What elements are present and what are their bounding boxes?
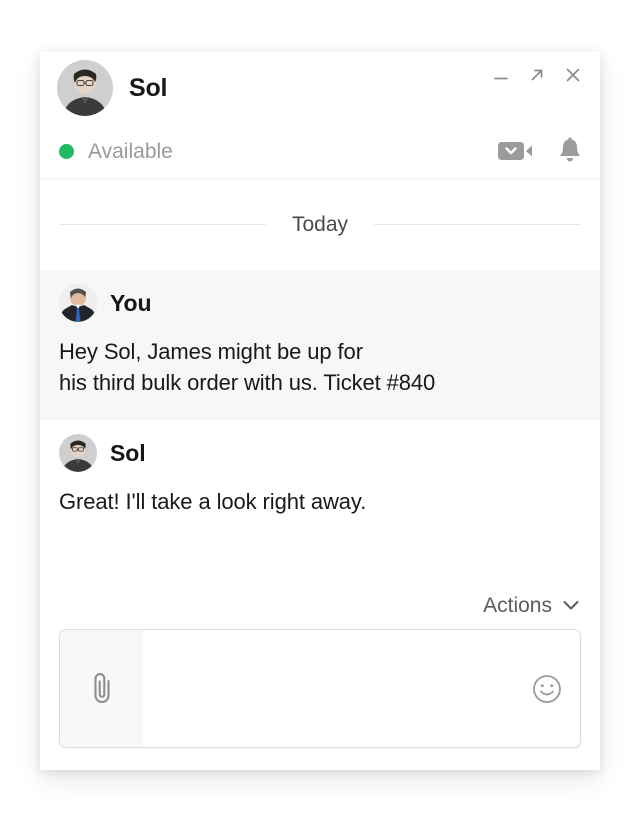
message-text: Hey Sol, James might be up for his third… — [59, 339, 436, 396]
window-controls — [490, 52, 584, 86]
divider-rule-right — [374, 223, 582, 225]
screen: Sol Available Today You Hey Sol, James m… — [0, 0, 640, 817]
status-dot — [59, 143, 74, 159]
expand-icon[interactable] — [526, 64, 548, 86]
conversation-panel: Today You Hey Sol, James might be up for… — [40, 178, 600, 581]
composer-area: Actions — [40, 581, 600, 770]
paperclip-icon — [87, 667, 117, 711]
emoji-picker-button[interactable] — [514, 630, 580, 747]
chat-window: Sol Available Today You Hey Sol, James m… — [40, 52, 600, 770]
status-label: Available — [88, 139, 173, 163]
minimize-icon[interactable] — [490, 64, 512, 86]
attach-file-button[interactable] — [60, 630, 143, 747]
video-camera-dropdown-icon[interactable] — [497, 138, 537, 164]
chat-header: Sol Available — [40, 52, 600, 178]
chat-header-actions — [497, 137, 583, 165]
message-text: Great! I'll take a look right away. — [59, 489, 367, 515]
chevron-down-icon — [561, 598, 581, 612]
message-item: Sol Great! I'll take a look right away. — [40, 420, 600, 540]
actions-row: Actions — [59, 581, 581, 629]
message-header: You — [59, 284, 581, 322]
message-avatar — [59, 434, 97, 473]
message-sender: Sol — [110, 439, 146, 466]
chat-header-top-row: Sol — [40, 52, 600, 124]
message-header: Sol — [59, 434, 581, 473]
divider-rule-left — [59, 223, 266, 225]
message-composer — [59, 629, 581, 748]
message-avatar — [59, 284, 97, 322]
day-label: Today — [291, 212, 349, 236]
actions-dropdown-button[interactable]: Actions — [483, 595, 581, 616]
contact-name: Sol — [129, 73, 168, 102]
smiley-icon — [531, 673, 563, 705]
day-divider: Today — [40, 178, 600, 270]
message-input[interactable] — [143, 630, 514, 747]
message-sender: You — [110, 289, 152, 316]
bell-icon[interactable] — [557, 137, 583, 165]
close-icon[interactable] — [562, 64, 584, 86]
chat-status-row: Available — [40, 124, 600, 178]
message-item: You Hey Sol, James might be up for his t… — [40, 270, 600, 421]
contact-avatar — [57, 60, 113, 116]
actions-label: Actions — [483, 593, 552, 617]
